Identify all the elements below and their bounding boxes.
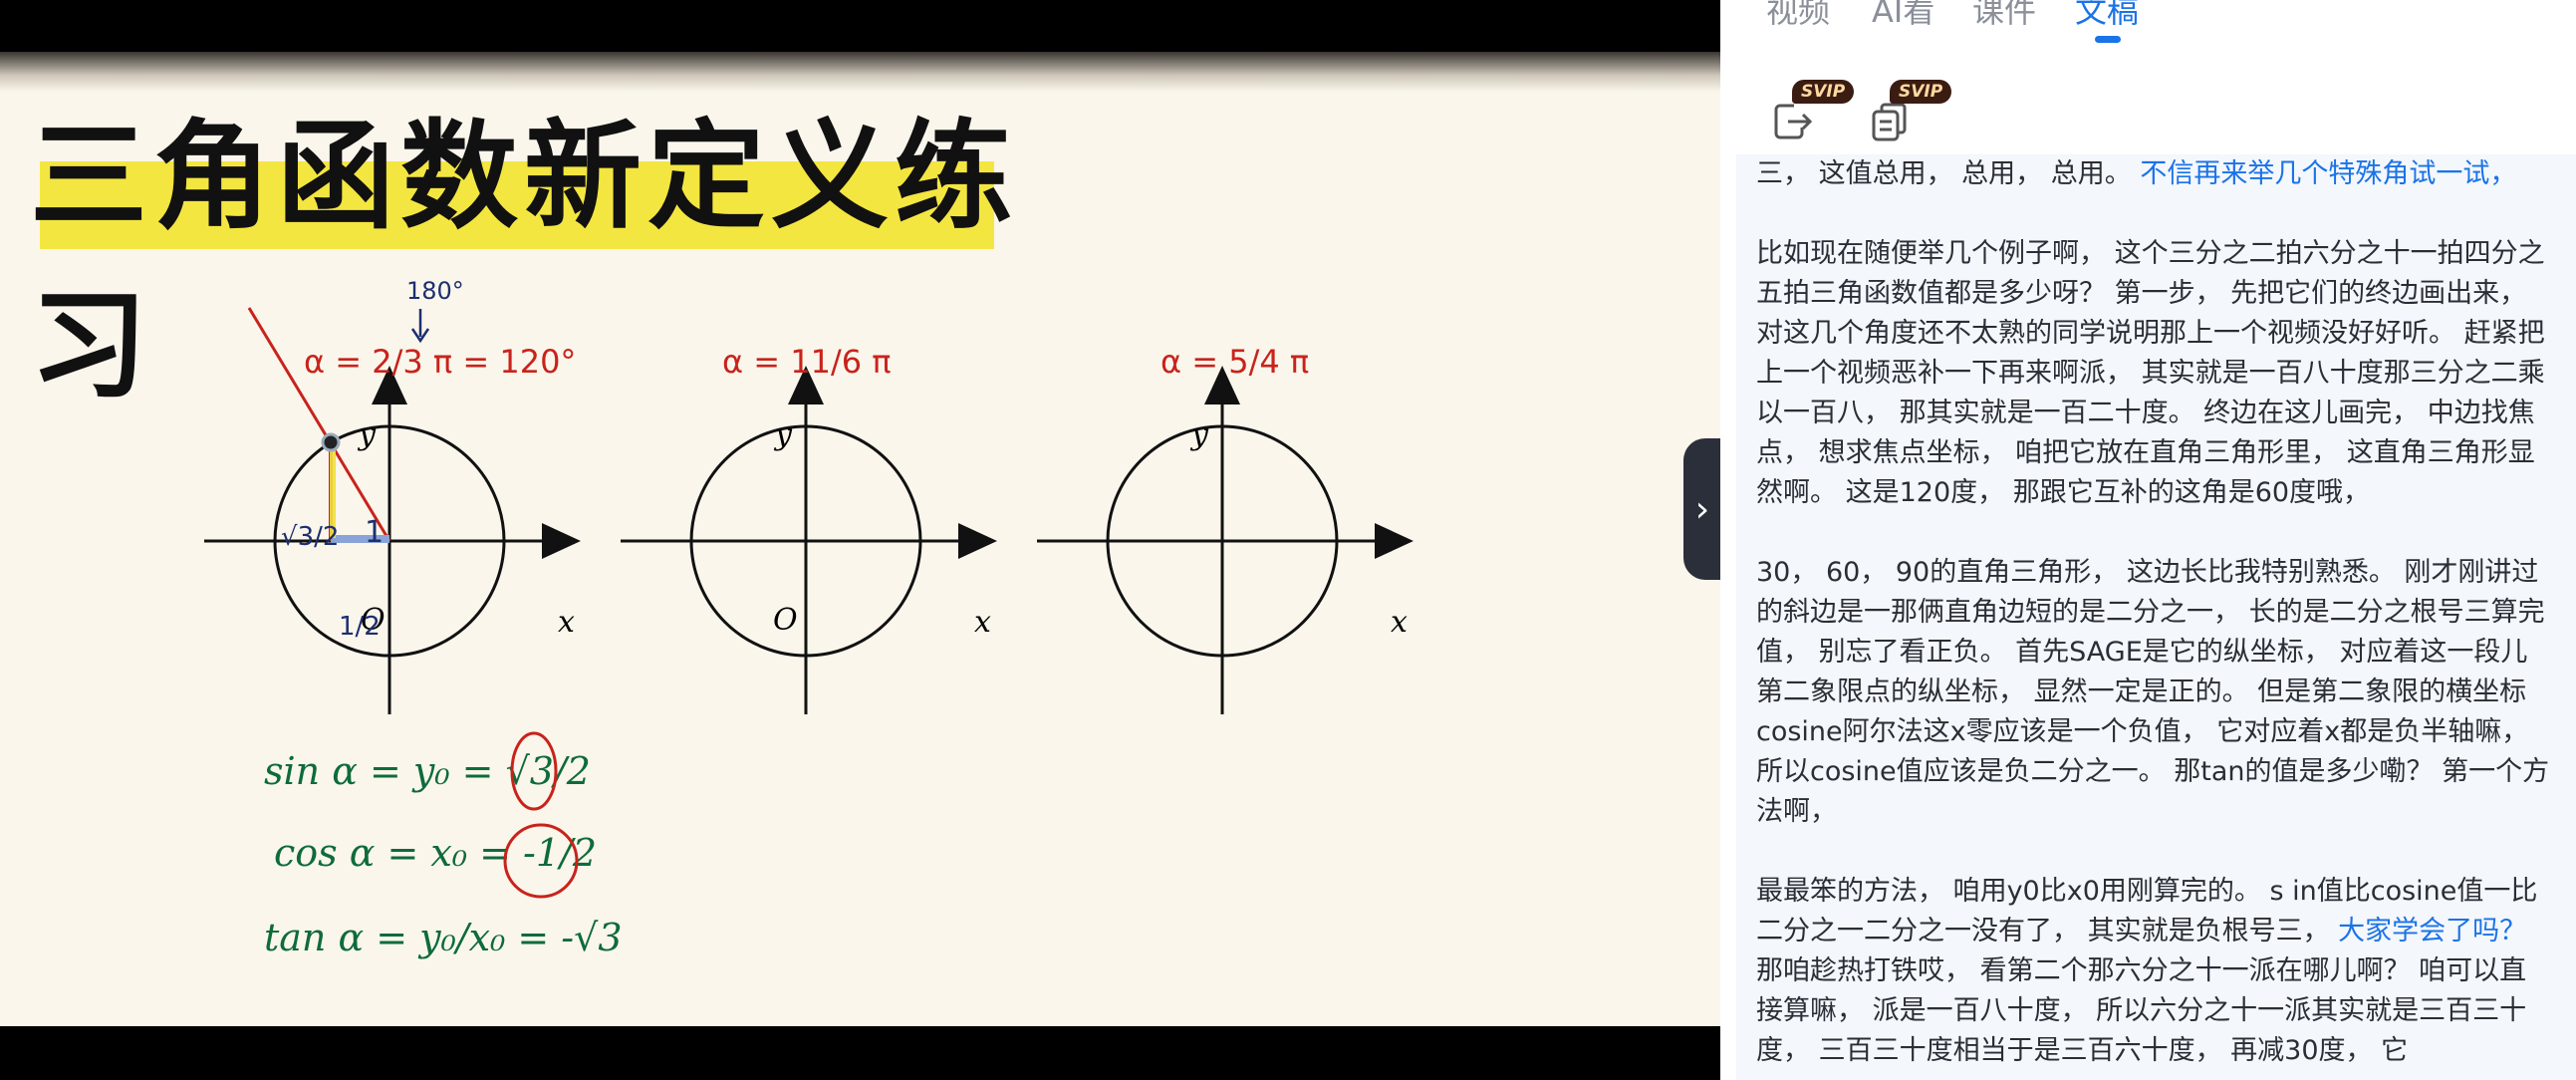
transcript-highlight-segment[interactable]: 不信再来举几个特殊角试一试，	[2140, 158, 2516, 189]
angle-label-2: α = 11/6 π	[722, 343, 892, 381]
axis-label-x-2: x	[974, 605, 991, 640]
trig-diagram: x y O 1 √3/2 1/2 α = 2/3 π = 120° 180° x…	[204, 277, 1414, 959]
transcript-segment: 比如现在随便举几个例子啊， 这个三分之二拍六分之十一拍四分之五拍三角函数值都是多…	[1756, 238, 2545, 508]
angle-label-3: α = 5/4 π	[1160, 343, 1309, 381]
cos-result: cos α = x₀ = -1/2	[274, 831, 597, 875]
axis-label-y-1: y	[357, 417, 377, 452]
transcript-paragraph: 最最笨的方法， 咱用y0比x0用刚算完的。 s in值比cosine值一比二分之…	[1756, 872, 2553, 1071]
svip-badge: SVIP	[1792, 80, 1855, 104]
transcript-text: 三， 这值总用， 总用， 总用。 不信再来举几个特殊角试一试， 比如现在随便举几个…	[1756, 154, 2553, 1080]
transcript-segment: 30， 60， 90的直角三角形， 这边长比我特别熟悉。 刚才刚讲过的斜边是一那…	[1756, 557, 2550, 827]
copy-button[interactable]: SVIP	[1868, 80, 1952, 143]
axis-label-x-3: x	[1391, 605, 1408, 640]
transcript-toolbar: SVIP SVIP	[1720, 60, 2576, 159]
transcript-segment: 三， 这值总用， 总用， 总用。	[1756, 158, 2141, 189]
origin-label-2: O	[773, 603, 798, 638]
tan-result: tan α = y₀/x₀ = -√3	[264, 916, 623, 959]
sin-result: sin α = y₀ = √3/2	[264, 749, 591, 793]
unit-circle-3: x y α = 5/4 π	[1037, 343, 1414, 714]
transcript-highlight-segment[interactable]: 大家学会了吗？	[2338, 916, 2526, 946]
unit-circle-2: x y O α = 11/6 π	[621, 343, 997, 714]
side-panel: 视频 AI看 课件 文稿 SVIP SVIP 三， 这值总用， 总用， 总用。 …	[1720, 0, 2576, 1080]
svip-badge: SVIP	[1890, 80, 1952, 104]
axis-label-x-1: x	[558, 605, 575, 640]
chevron-right-icon: ›	[1694, 488, 1710, 530]
lesson-slide: 三角函数新定义练习 x y O 1 √3/2 1/2 α = 2/3 π = 1…	[0, 52, 1720, 1026]
tab-ai[interactable]: AI看	[1872, 0, 1934, 32]
video-player[interactable]: 三角函数新定义练习 x y O 1 √3/2 1/2 α = 2/3 π = 1…	[0, 0, 1720, 1080]
transcript-area[interactable]: 三， 这值总用， 总用， 总用。 不信再来举几个特殊角试一试， 比如现在随便举几个…	[1736, 154, 2576, 1080]
transcript-paragraph: 三， 这值总用， 总用， 总用。 不信再来举几个特殊角试一试，	[1756, 154, 2553, 194]
results: sin α = y₀ = √3/2 cos α = x₀ = -1/2 tan …	[264, 731, 623, 959]
angle-note-1: 180°	[406, 277, 464, 305]
tab-video[interactable]: 视频	[1766, 0, 1830, 32]
copy-icon	[1872, 103, 1907, 141]
axis-label-y-3: y	[1189, 417, 1209, 452]
active-tab-indicator	[2095, 36, 2121, 43]
export-button[interactable]: SVIP	[1770, 80, 1855, 143]
unit-circle-1: x y O 1 √3/2 1/2 α = 2/3 π = 120° 180°	[204, 277, 581, 714]
collapse-panel-button[interactable]: ›	[1683, 438, 1721, 580]
tab-transcript[interactable]: 文稿	[2075, 0, 2139, 32]
transcript-paragraph: 比如现在随便举几个例子啊， 这个三分之二拍六分之十一拍四分之五拍三角函数值都是多…	[1756, 234, 2553, 513]
angle-label-1: α = 2/3 π = 120°	[304, 343, 576, 381]
point-y-label: √3/2	[281, 522, 339, 552]
transcript-segment: 那咱趁热打铁哎， 看第二个那六分之十一派在哪儿啊？ 咱可以直接算嘛， 派是一百八…	[1756, 955, 2527, 1066]
tab-courseware[interactable]: 课件	[1972, 0, 2036, 32]
radius-label: 1	[365, 515, 384, 550]
transcript-paragraph: 30， 60， 90的直角三角形， 这边长比我特别熟悉。 刚才刚讲过的斜边是一那…	[1756, 553, 2553, 832]
tab-bar: 视频 AI看 课件 文稿	[1720, 0, 2576, 52]
axis-label-y-2: y	[773, 417, 793, 452]
export-icon	[1774, 104, 1813, 139]
point-x-label: 1/2	[339, 612, 381, 642]
point-p	[321, 432, 341, 452]
